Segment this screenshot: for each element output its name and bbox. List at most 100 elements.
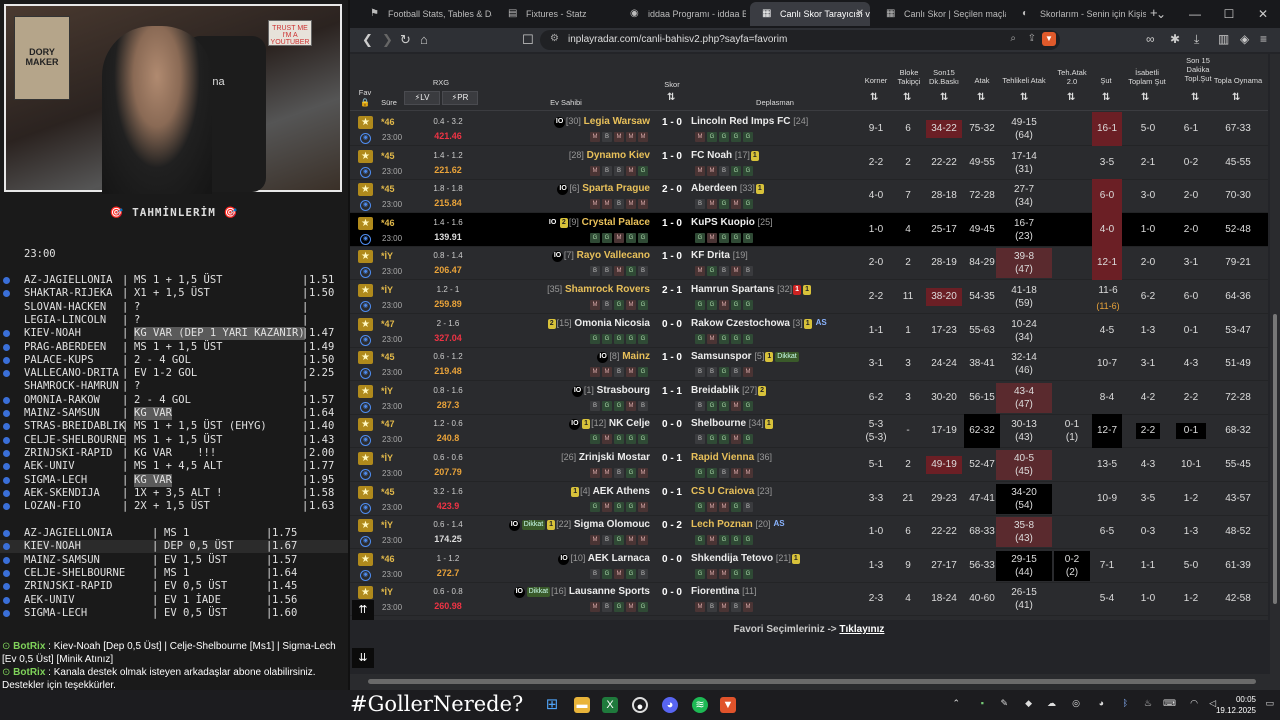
favorite-star-icon[interactable]: ★: [358, 250, 373, 264]
live-stream-icon[interactable]: ◉: [360, 233, 371, 245]
corner-sort-button[interactable]: ⇅: [870, 92, 878, 103]
brave-shield-icon[interactable]: ▼: [1042, 32, 1056, 46]
share-icon[interactable]: ⇪: [1028, 33, 1036, 44]
extension-icon[interactable]: ∞: [1146, 32, 1155, 46]
table-row[interactable]: ★ ◉ *İY 23:00 0.6 - 1.4 174.25 IO Dikkat 1 [22] S…: [350, 515, 1268, 550]
table-row[interactable]: ★ ◉ *46 23:00 1.4 - 1.6 139.91 IO 2 [9] Crystal …: [350, 212, 1268, 247]
away-team[interactable]: FC Noah [17] 1: [691, 150, 760, 161]
attack-sort-button[interactable]: ⇅: [977, 92, 985, 103]
tray-chevron-icon[interactable]: ⌃: [952, 698, 960, 709]
tray-lang-icon[interactable]: ⌨: [1163, 698, 1176, 709]
table-row[interactable]: ★ ◉ *45 23:00 0.6 - 1.2 219.48 IO [8] Mainz M M B M…: [350, 347, 1268, 382]
wifi-icon[interactable]: ◠: [1190, 698, 1198, 709]
favorite-star-icon[interactable]: ★: [358, 552, 373, 566]
home-team[interactable]: 1 [4] AEK Athens: [570, 486, 650, 497]
away-team[interactable]: Fiorentina [11]: [691, 586, 756, 597]
away-team[interactable]: Samsunspor [5] 1 Dikkat: [691, 351, 800, 363]
clock[interactable]: 00:05 19.12.2025: [1216, 694, 1256, 716]
tray-gamepad-icon[interactable]: ◎: [1072, 698, 1080, 709]
home-team[interactable]: IO Dikkat [16] Lausanne Sports: [513, 586, 650, 599]
home-team[interactable]: IO [8] Mainz: [596, 351, 650, 364]
table-row[interactable]: ★◉*İY23:000.6 - 0.8260.98IODikkat[16] La…: [350, 582, 1268, 617]
live-stream-icon[interactable]: ◉: [360, 435, 371, 447]
tray-app-icon[interactable]: ▪: [981, 698, 984, 708]
windows-start-icon[interactable]: ⊞: [544, 697, 560, 713]
live-stream-icon[interactable]: ◉: [360, 200, 371, 212]
live-stream-icon[interactable]: ◉: [360, 469, 371, 480]
table-row[interactable]: ★ ◉ *45 23:00 1.8 - 1.8 215.84 IO [6] Sparta Pr…: [350, 179, 1268, 214]
tab-search-icon[interactable]: ⌄: [1144, 0, 1178, 28]
away-team[interactable]: Aberdeen [33] 1: [691, 183, 765, 195]
away-team[interactable]: Shelbourne [34] 1: [691, 418, 774, 430]
hscrollbar-thumb[interactable]: [368, 679, 1256, 684]
home-team[interactable]: IO 1 [12] NK Celje: [568, 418, 650, 431]
tab-5[interactable]: ▦ Canlı Skor | Seçilen maçlar: [874, 2, 1006, 26]
favorite-star-icon[interactable]: ★: [358, 351, 373, 365]
discord-icon[interactable]: ◕: [662, 697, 678, 713]
home-icon[interactable]: ⌂: [420, 32, 428, 47]
wallet-icon[interactable]: ◈: [1240, 32, 1249, 46]
live-stream-icon[interactable]: ◉: [360, 502, 371, 514]
close-button[interactable]: ✕: [1246, 0, 1280, 28]
scroll-bottom-button[interactable]: ⇊: [352, 648, 374, 668]
home-team[interactable]: IO Dikkat 1 [22] Sigma Olomouc: [508, 519, 650, 532]
live-stream-icon[interactable]: ◉: [360, 301, 371, 312]
sidebar-icon[interactable]: ▥: [1218, 32, 1229, 46]
favorite-star-icon[interactable]: ★: [358, 519, 373, 533]
away-team[interactable]: KuPS Kuopio [25]: [691, 217, 773, 228]
volume-icon[interactable]: ◁: [1209, 698, 1216, 709]
away-team[interactable]: Rapid Vienna [36]: [691, 452, 772, 463]
away-team[interactable]: Shkendija Tetovo [21] 1: [691, 553, 801, 564]
away-team[interactable]: Hamrun Spartans [32] 1 1: [691, 284, 812, 295]
notification-icon[interactable]: ▭: [1265, 698, 1274, 709]
favorites-link[interactable]: Tıklayınız: [839, 624, 884, 635]
blocked-sort-button[interactable]: ⇅: [903, 92, 911, 103]
favorite-star-icon[interactable]: ★: [358, 116, 373, 129]
table-row[interactable]: ★ ◉ *45 23:00 1.4 - 1.2 221.62 [28] Dynamo Kie…: [350, 146, 1268, 180]
table-row[interactable]: ★ ◉ *İY 23:00 0.8 - 1.6 287.3 IO [1] Strasbourg…: [350, 381, 1268, 415]
zoom-icon[interactable]: ⌕: [1010, 33, 1016, 44]
favorite-star-icon[interactable]: ★: [358, 384, 373, 398]
table-row[interactable]: ★ ◉ *46 23:00 0.4 - 3.2 421.46 IO [30] Legia Wa…: [350, 112, 1268, 146]
tray-shield-icon[interactable]: ◆: [1025, 698, 1032, 709]
tab-6[interactable]: ◐ Skorlarım - Senin için Kişise: [1010, 2, 1146, 26]
site-info-icon[interactable]: ⚙: [550, 33, 559, 44]
excel-icon[interactable]: X: [602, 697, 618, 713]
favorite-star-icon[interactable]: ★: [358, 586, 373, 600]
shot-sort-button[interactable]: ⇅: [1102, 92, 1110, 103]
home-team[interactable]: IO [1] Strasbourg: [571, 385, 650, 397]
home-team[interactable]: [35] Shamrock Rovers: [547, 284, 650, 295]
reload-icon[interactable]: ↻: [400, 32, 411, 48]
horizontal-scrollbar[interactable]: [350, 674, 1280, 690]
table-row[interactable]: ★ ◉ *İY 23:00 0.6 - 0.6 207.79 [26] Zrinjski M…: [350, 448, 1268, 482]
son15-sort-button[interactable]: ⇅: [940, 92, 948, 103]
away-team[interactable]: KF Drita [19]: [691, 250, 748, 261]
home-team[interactable]: [26] Zrinjski Mostar: [561, 452, 650, 463]
tab-1[interactable]: ⚑ Football Stats, Tables & Dat: [358, 2, 492, 26]
minimize-button[interactable]: —: [1178, 0, 1212, 28]
live-stream-icon[interactable]: ◉: [360, 334, 371, 346]
home-team[interactable]: 2 [15] Omonia Nicosia: [547, 318, 650, 329]
table-row[interactable]: ★ ◉ *İY 23:00 0.8 - 1.4 206.47 IO [7] Rayo Vall…: [350, 246, 1268, 281]
table-row[interactable]: ★ ◉ *47 23:00 2 - 1.6 327.04 2 [15] Omonia Nico…: [350, 314, 1268, 348]
home-team[interactable]: IO [6] Sparta Prague: [556, 183, 650, 196]
away-team[interactable]: Lech Poznan [20] AS: [691, 519, 788, 530]
table-row[interactable]: ★ ◉ *İY 23:00 1.2 - 1 259.89 [35] Shamrock Rov…: [350, 280, 1268, 314]
table-row[interactable]: ★ ◉ *46 23:00 1 - 1.2 272.7 IO [10] AEK Larnaca…: [350, 549, 1268, 583]
away-team[interactable]: Lincoln Red Imps FC [24]: [691, 116, 808, 127]
danger-sort-button[interactable]: ⇅: [1020, 92, 1028, 103]
live-stream-icon[interactable]: ◉: [360, 166, 371, 178]
url-input[interactable]: ⚙ inplayradar.com/canli-bahisv2.php?sayf…: [540, 30, 1060, 50]
away-team[interactable]: Rakow Czestochowa [3] 1 AS: [691, 318, 830, 329]
away-team[interactable]: CS U Craiova [23]: [691, 486, 772, 497]
menu-icon[interactable]: ≡: [1260, 32, 1267, 46]
home-team[interactable]: [28] Dynamo Kiev: [569, 150, 650, 161]
pr-button[interactable]: ⚡PR: [442, 91, 478, 105]
live-stream-icon[interactable]: ◉: [360, 368, 371, 380]
tray-discord-icon[interactable]: ◕: [1099, 698, 1104, 708]
tab-2[interactable]: ▤ Fixtures - Statz: [496, 2, 614, 26]
scroll-top-button[interactable]: ⇈: [352, 600, 374, 620]
favorite-star-icon[interactable]: ★: [358, 183, 373, 197]
live-stream-icon[interactable]: ◉: [360, 267, 371, 279]
vertical-scrollbar[interactable]: [1270, 54, 1280, 674]
